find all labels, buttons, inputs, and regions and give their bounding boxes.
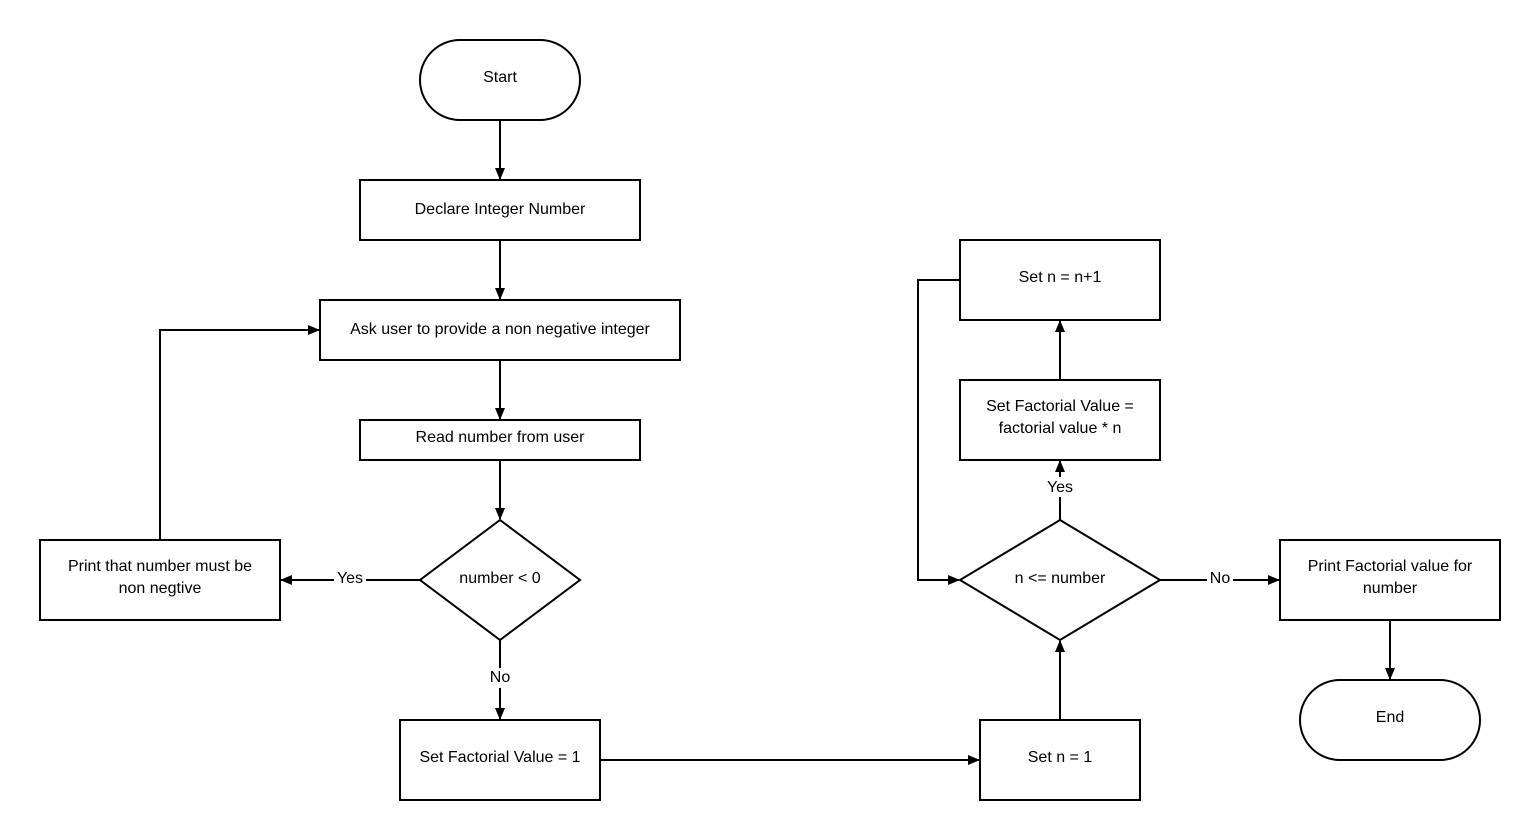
node-loop-check: n <= number <box>958 518 1162 642</box>
node-increment: Set n = n+1 <box>959 239 1161 321</box>
label-loop-yes: Yes <box>1047 479 1073 496</box>
node-multiply-line1: Set Factorial Value = <box>986 398 1134 415</box>
node-read: Read number from user <box>359 419 641 461</box>
node-set-factorial-text: Set Factorial Value = 1 <box>419 749 580 766</box>
node-end: End <box>1299 679 1481 761</box>
edge-error-ask <box>159 325 320 540</box>
node-print-result: Print Factorial value for number <box>1279 539 1501 621</box>
node-end-text: End <box>1376 709 1404 726</box>
edges <box>159 120 1395 765</box>
node-print-result-line2: number <box>1363 580 1418 597</box>
node-increment-text: Set n = n+1 <box>1019 269 1102 286</box>
node-set-n: Set n = 1 <box>979 719 1141 801</box>
label-loop-no: No <box>1210 570 1231 587</box>
node-check-negative-text: number < 0 <box>459 570 540 587</box>
node-print-error-line1: Print that number must be <box>68 558 252 575</box>
node-set-n-text: Set n = 1 <box>1028 749 1093 766</box>
node-set-factorial: Set Factorial Value = 1 <box>399 719 601 801</box>
node-read-text: Read number from user <box>416 429 586 446</box>
factorial-flowchart: Yes No Yes No Start Declare Integer Numb… <box>39 39 1501 801</box>
node-ask: Ask user to provide a non negative integ… <box>319 299 681 361</box>
label-negative-yes: Yes <box>337 570 363 587</box>
node-print-result-line1: Print Factorial value for <box>1308 558 1473 575</box>
node-declare: Declare Integer Number <box>359 179 641 241</box>
node-declare-text: Declare Integer Number <box>415 201 586 218</box>
edge-increment-loop <box>917 279 960 585</box>
node-multiply: Set Factorial Value = factorial value * … <box>959 379 1161 461</box>
node-loop-check-text: n <= number <box>1015 570 1106 587</box>
node-print-error-line2: non negtive <box>119 580 202 597</box>
node-print-error: Print that number must be non negtive <box>39 539 281 621</box>
node-multiply-line2: factorial value * n <box>999 420 1122 437</box>
node-start-text: Start <box>483 69 517 86</box>
node-check-negative: number < 0 <box>418 518 582 642</box>
node-start: Start <box>419 39 581 121</box>
label-negative-no: No <box>490 669 511 686</box>
node-ask-text: Ask user to provide a non negative integ… <box>350 321 650 338</box>
